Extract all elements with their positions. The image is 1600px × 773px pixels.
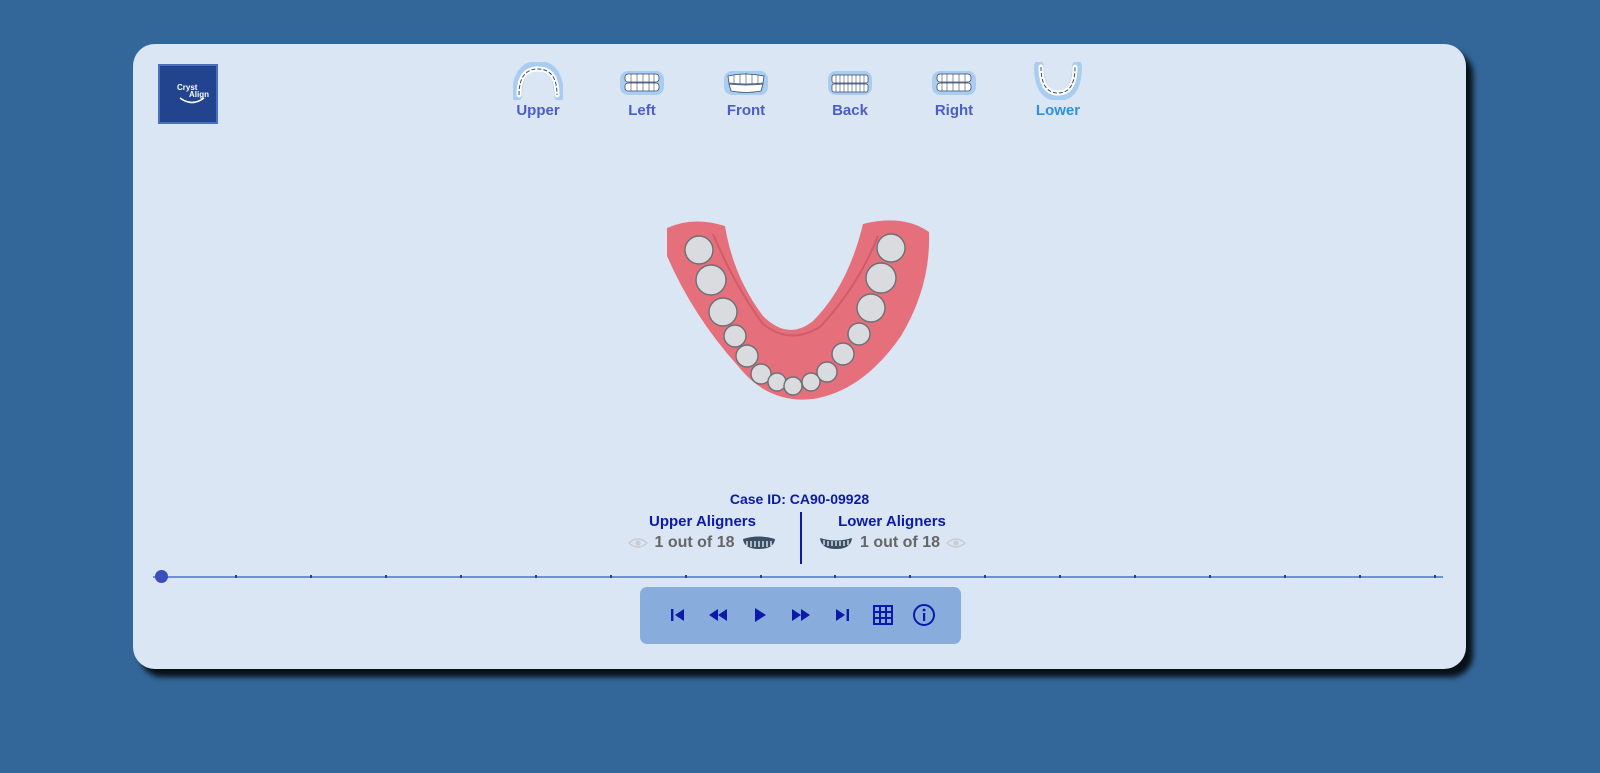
timeline-tick[interactable] (534, 575, 537, 578)
left-view-icon (620, 71, 664, 95)
timeline-tick[interactable] (1359, 575, 1362, 578)
timeline-tick[interactable] (459, 575, 462, 578)
eye-icon[interactable] (946, 536, 966, 550)
play-icon (755, 608, 766, 622)
timeline-tick[interactable] (759, 575, 762, 578)
lower-aligners-panel: Lower Aligners 1 out of 18 (809, 513, 975, 552)
lower-jaw-3d-model[interactable] (663, 216, 933, 406)
playback-controls (640, 587, 961, 644)
tab-label: Upper (516, 102, 560, 119)
tab-label: Front (726, 102, 766, 119)
case-id: Case ID: CA90-09928 (729, 491, 870, 507)
timeline-tick[interactable] (984, 575, 987, 578)
smile-logo-mark (179, 97, 205, 104)
timeline-tick[interactable] (309, 575, 312, 578)
info-button[interactable] (910, 601, 938, 629)
aligners-divider (800, 512, 802, 564)
tab-label: Lower (1035, 102, 1081, 119)
rewind-button[interactable] (704, 601, 732, 629)
rewind-icon (709, 609, 727, 621)
right-view-icon (932, 71, 976, 95)
timeline-tick[interactable] (1284, 575, 1287, 578)
timeline-tick[interactable] (609, 575, 612, 578)
front-view-icon (724, 71, 768, 95)
upper-aligner-progress: 1 out of 18 (654, 534, 735, 551)
timeline-tick[interactable] (909, 575, 912, 578)
timeline-tick[interactable] (834, 575, 837, 578)
grid-button[interactable] (869, 601, 897, 629)
upper-aligners-panel: Upper Aligners 1 out of 18 (611, 513, 794, 552)
eye-icon[interactable] (628, 536, 649, 550)
first-step-button[interactable] (664, 601, 692, 629)
back-view-icon (828, 71, 872, 95)
tab-right[interactable]: Right (914, 62, 994, 119)
timeline-tick[interactable] (1434, 575, 1436, 578)
lower-aligners-title: Lower Aligners (838, 513, 946, 530)
timeline-tick[interactable] (1059, 575, 1062, 578)
timeline-tick[interactable] (384, 575, 387, 578)
timeline-tick[interactable] (234, 575, 237, 578)
timeline-handle[interactable] (154, 570, 168, 583)
last-step-button[interactable] (828, 601, 856, 629)
upper-aligner-icon (742, 536, 775, 549)
timeline-tick[interactable] (684, 575, 687, 578)
lower-arch-icon (1034, 62, 1082, 100)
timeline-tick[interactable] (1209, 575, 1212, 578)
upper-arch-icon (513, 62, 563, 100)
fast-forward-icon (792, 609, 810, 621)
tab-front[interactable]: Front (706, 62, 786, 119)
tab-lower[interactable]: Lower (1018, 62, 1098, 119)
play-button[interactable] (746, 601, 774, 629)
tab-label: Back (832, 102, 868, 119)
skip-start-icon (671, 609, 684, 621)
crystalign-logo: Cryst Align (158, 64, 218, 124)
grid-icon (873, 605, 893, 625)
fast-forward-button[interactable] (787, 601, 815, 629)
viewer-panel: Cryst Align Upper Left Front Back Right … (133, 44, 1466, 669)
lower-aligner-icon (819, 538, 852, 549)
tab-upper[interactable]: Upper (498, 62, 578, 119)
tab-back[interactable]: Back (810, 62, 890, 119)
upper-aligners-title: Upper Aligners (649, 513, 756, 530)
aligner-timeline-slider[interactable] (153, 569, 1443, 585)
lower-aligner-progress: 1 out of 18 (859, 534, 940, 551)
info-icon (913, 604, 935, 626)
skip-end-icon (836, 609, 849, 621)
tab-label: Left (628, 102, 656, 119)
timeline-track[interactable] (153, 576, 1443, 578)
tab-label: Right (934, 102, 974, 119)
timeline-tick[interactable] (1134, 575, 1137, 578)
tab-left[interactable]: Left (602, 62, 682, 119)
